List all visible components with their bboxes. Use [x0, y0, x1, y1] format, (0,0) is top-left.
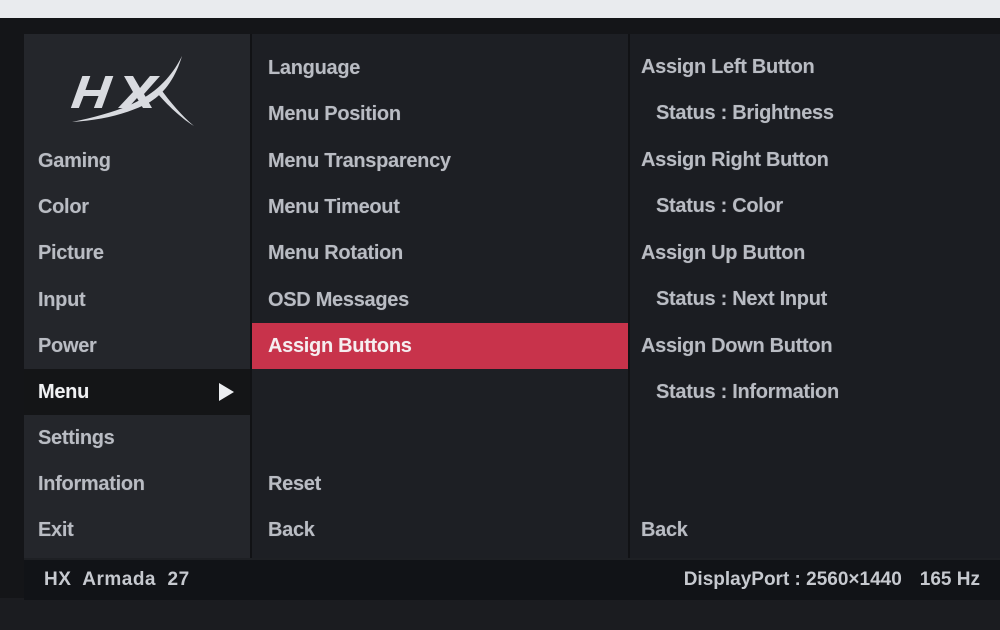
main-menu-item-label: Gaming: [38, 149, 111, 172]
option-label: Assign Left Button: [641, 55, 815, 78]
sub-menu-item-label: OSD Messages: [268, 288, 409, 311]
main-menu-item-input[interactable]: Input: [24, 277, 250, 323]
status-label: Status : Color: [656, 194, 783, 217]
refresh-rate: 165 Hz: [919, 569, 980, 590]
status-text: Status : Brightness: [630, 90, 1000, 136]
monitor-bezel-bottom: [0, 598, 1000, 630]
option-label: Assign Right Button: [641, 148, 829, 171]
main-menu-item-label: Input: [38, 288, 86, 311]
sub-menu-item-label: Assign Buttons: [268, 334, 412, 357]
assign-left-button-option[interactable]: Assign Left Button: [630, 44, 1000, 90]
main-menu-item-exit[interactable]: Exit: [24, 507, 250, 553]
chevron-right-icon: [219, 383, 234, 401]
main-menu-item-color[interactable]: Color: [24, 184, 250, 230]
status-bar: HX Armada 27 DisplayPort : 2560×1440 165…: [24, 560, 1000, 600]
status-label: Status : Brightness: [656, 101, 834, 124]
osd-panel: Gaming Color Picture Input Power Menu Se…: [24, 34, 1000, 600]
main-menu-item-picture[interactable]: Picture: [24, 230, 250, 276]
main-menu-item-gaming[interactable]: Gaming: [24, 138, 250, 184]
main-menu-item-label: Picture: [38, 241, 104, 264]
main-menu-item-label: Menu: [38, 380, 90, 403]
detail-back-button[interactable]: Back: [630, 507, 1000, 553]
sub-menu-back-button[interactable]: Back: [252, 507, 628, 553]
status-text: Status : Next Input: [630, 276, 1000, 322]
sub-menu: Language Menu Position Menu Transparency…: [252, 34, 628, 558]
main-menu-item-power[interactable]: Power: [24, 323, 250, 369]
back-label: Back: [268, 518, 315, 541]
sub-menu-item-label: Menu Position: [268, 102, 401, 125]
assign-down-button-option[interactable]: Assign Down Button: [630, 323, 1000, 369]
main-menu-item-settings[interactable]: Settings: [24, 415, 250, 461]
model-name: HX Armada 27: [44, 569, 190, 590]
detail-panel: Assign Left Button Status : Brightness A…: [630, 34, 1000, 558]
sub-menu-item-label: Menu Rotation: [268, 241, 403, 264]
reset-label: Reset: [268, 472, 321, 495]
status-label: Status : Information: [656, 380, 839, 403]
main-menu-item-label: Power: [38, 334, 97, 357]
sub-menu-item-osd-messages[interactable]: OSD Messages: [252, 277, 628, 323]
main-menu-item-menu[interactable]: Menu: [24, 369, 250, 415]
sub-menu-item-label: Menu Timeout: [268, 195, 400, 218]
main-menu: Gaming Color Picture Input Power Menu Se…: [24, 34, 250, 558]
back-label: Back: [641, 518, 688, 541]
sub-menu-item-label: Menu Transparency: [268, 149, 451, 172]
sub-menu-item-menu-transparency[interactable]: Menu Transparency: [252, 138, 628, 184]
sub-menu-item-menu-rotation[interactable]: Menu Rotation: [252, 230, 628, 276]
main-menu-item-label: Color: [38, 195, 89, 218]
assign-up-button-option[interactable]: Assign Up Button: [630, 230, 1000, 276]
status-label: Status : Next Input: [656, 287, 827, 310]
status-text: Status : Information: [630, 369, 1000, 415]
option-label: Assign Up Button: [641, 241, 806, 264]
sub-menu-item-menu-position[interactable]: Menu Position: [252, 91, 628, 137]
hyperx-logo-icon: [70, 56, 194, 126]
option-label: Assign Down Button: [641, 334, 833, 357]
main-menu-item-label: Settings: [38, 426, 115, 449]
main-menu-item-label: Information: [38, 472, 145, 495]
sub-menu-item-assign-buttons[interactable]: Assign Buttons: [252, 323, 628, 369]
assign-right-button-option[interactable]: Assign Right Button: [630, 137, 1000, 183]
main-menu-item-information[interactable]: Information: [24, 461, 250, 507]
sub-menu-item-language[interactable]: Language: [252, 45, 628, 91]
main-menu-item-label: Exit: [38, 518, 74, 541]
input-resolution: DisplayPort : 2560×1440: [683, 569, 902, 590]
signal-info: DisplayPort : 2560×1440 165 Hz: [684, 560, 980, 600]
reset-button[interactable]: Reset: [252, 461, 628, 507]
sub-menu-item-label: Language: [268, 56, 361, 79]
status-text: Status : Color: [630, 183, 1000, 229]
sub-menu-item-menu-timeout[interactable]: Menu Timeout: [252, 184, 628, 230]
